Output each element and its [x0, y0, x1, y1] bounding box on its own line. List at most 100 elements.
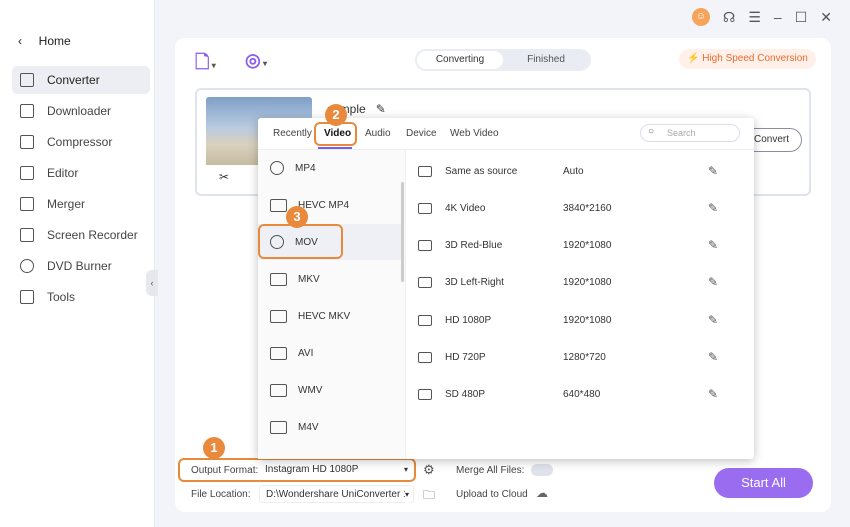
format-item-mkv[interactable]: MKV [258, 261, 404, 297]
highlight-output-format [178, 458, 416, 482]
format-item-m4v[interactable]: M4V [258, 409, 404, 445]
high-speed-conversion-button[interactable]: ⚡ High Speed Conversion [679, 49, 816, 69]
sidebar: ‹ Home Converter Downloader Compressor E… [0, 0, 155, 527]
folder-icon[interactable]: 🗀 [423, 486, 435, 507]
tools-icon [20, 290, 34, 304]
sidebar-item-tools[interactable]: Tools [12, 283, 150, 311]
format-item-avi[interactable]: AVI [258, 335, 404, 371]
format-label: MKV [298, 273, 320, 285]
video-icon [418, 202, 432, 214]
resolution-item[interactable]: SD 480P 640*480 ✎ [418, 376, 743, 412]
format-label: AVI [298, 347, 314, 359]
format-list-scrollbar[interactable] [401, 182, 404, 282]
sidebar-item-downloader[interactable]: Downloader [12, 97, 150, 125]
resolution-item[interactable]: HD 1080P 1920*1080 ✎ [418, 302, 743, 338]
edit-name-icon[interactable]: ✎ [376, 102, 386, 116]
converter-icon [20, 73, 34, 87]
edit-icon[interactable]: ✎ [708, 238, 718, 252]
window-controls: ☺ ☊ ☰ – ☐ ✕ [691, 8, 832, 26]
compressor-icon [20, 135, 34, 149]
hevc-icon [270, 309, 287, 323]
sidebar-item-label: DVD Burner [47, 259, 112, 273]
tab-finished[interactable]: Finished [503, 51, 589, 69]
format-label: HEVC MP4 [298, 199, 350, 211]
format-item-mp4[interactable]: MP4 [258, 150, 404, 186]
tab-device[interactable]: Device [406, 128, 437, 139]
edit-icon[interactable]: ✎ [708, 201, 718, 215]
resolution-value: Auto [563, 165, 584, 177]
home-label: Home [38, 34, 71, 48]
collapse-sidebar-button[interactable]: ‹ [146, 270, 158, 296]
edit-icon[interactable]: ✎ [708, 350, 718, 364]
home-link[interactable]: ‹ Home [18, 34, 71, 48]
status-tabs: Converting Finished [415, 49, 591, 71]
format-icon [270, 346, 287, 360]
sidebar-item-converter[interactable]: Converter [12, 66, 150, 94]
resolution-item[interactable]: Same as source Auto ✎ [418, 153, 743, 189]
resolution-item[interactable]: 3D Left-Right 1920*1080 ✎ [418, 264, 743, 300]
sidebar-item-label: Editor [47, 166, 79, 180]
resolution-item[interactable]: 3D Red-Blue 1920*1080 ✎ [418, 227, 743, 263]
resolution-value: 640*480 [563, 388, 601, 400]
minimize-icon[interactable]: – [774, 9, 782, 25]
cloud-icon[interactable]: ☁ [536, 486, 548, 500]
merge-label: Merge All Files: [456, 465, 525, 476]
edit-icon[interactable]: ✎ [708, 275, 718, 289]
sidebar-item-dvd-burner[interactable]: DVD Burner [12, 252, 150, 280]
resolution-value: 1920*1080 [563, 314, 612, 326]
dvd-icon [20, 259, 34, 273]
resolution-name: HD 720P [445, 351, 486, 363]
sidebar-item-compressor[interactable]: Compressor [12, 128, 150, 156]
format-item-wmv[interactable]: WMV [258, 372, 404, 408]
edit-icon[interactable]: ✎ [708, 313, 718, 327]
chevron-down-icon: ▾ [404, 486, 409, 504]
edit-icon[interactable]: ✎ [708, 164, 718, 178]
format-icon [270, 383, 287, 397]
highlight-mov [258, 224, 343, 259]
start-all-button[interactable]: Start All [714, 468, 813, 498]
add-file-button[interactable]: 🗋 ▾ [195, 50, 216, 80]
resolution-name: Same as source [445, 165, 518, 177]
close-icon[interactable]: ✕ [820, 9, 832, 26]
maximize-icon[interactable]: ☐ [795, 9, 808, 26]
resolution-name: 3D Red-Blue [445, 239, 503, 251]
search-icon: ○ [648, 126, 655, 137]
step-badge-3: 3 [286, 206, 308, 228]
format-label: M4V [298, 421, 319, 433]
format-label: MP4 [295, 162, 316, 174]
tab-converting[interactable]: Converting [417, 51, 503, 69]
resolution-item[interactable]: 4K Video 3840*2160 ✎ [418, 190, 743, 226]
edit-icon[interactable]: ✎ [708, 387, 718, 401]
upload-label: Upload to Cloud [456, 489, 528, 500]
file-location-label: File Location: [191, 489, 251, 500]
headset-icon[interactable]: ☊ [723, 9, 735, 26]
video-icon [418, 351, 432, 363]
resolution-name: HD 1080P [445, 314, 492, 326]
resolution-value: 1920*1080 [563, 239, 612, 251]
menu-icon[interactable]: ☰ [748, 9, 761, 26]
active-tab-indicator [318, 147, 352, 149]
high-speed-label: High Speed Conversion [702, 53, 808, 64]
avatar-icon[interactable]: ☺ [691, 8, 710, 26]
format-item-hevc-mp4[interactable]: HEVC MP4 [258, 187, 404, 223]
format-icon [270, 161, 284, 175]
search-input[interactable]: Search [640, 124, 740, 142]
trim-icon[interactable]: ✂ [219, 170, 229, 184]
tab-recently[interactable]: Recently [273, 128, 312, 139]
sidebar-item-merger[interactable]: Merger [12, 190, 150, 218]
sidebar-item-label: Merger [47, 197, 86, 211]
sidebar-item-editor[interactable]: Editor [12, 159, 150, 187]
format-item-hevc-mkv[interactable]: HEVC MKV [258, 298, 404, 334]
settings-icon[interactable]: ⚙ [423, 462, 435, 478]
merge-toggle[interactable] [531, 464, 553, 476]
sidebar-item-screen-recorder[interactable]: Screen Recorder [12, 221, 150, 249]
file-location-select[interactable]: D:\Wondershare UniConverter 1 ▾ [259, 485, 414, 504]
add-dvd-button[interactable]: ◎ ▾ [245, 50, 267, 71]
video-icon [418, 239, 432, 251]
step-badge-2: 2 [325, 104, 347, 126]
scissors-icon [20, 166, 34, 180]
resolution-item[interactable]: HD 720P 1280*720 ✎ [418, 339, 743, 375]
tab-web-video[interactable]: Web Video [450, 128, 499, 139]
sidebar-item-label: Converter [47, 73, 100, 87]
tab-audio[interactable]: Audio [365, 128, 391, 139]
